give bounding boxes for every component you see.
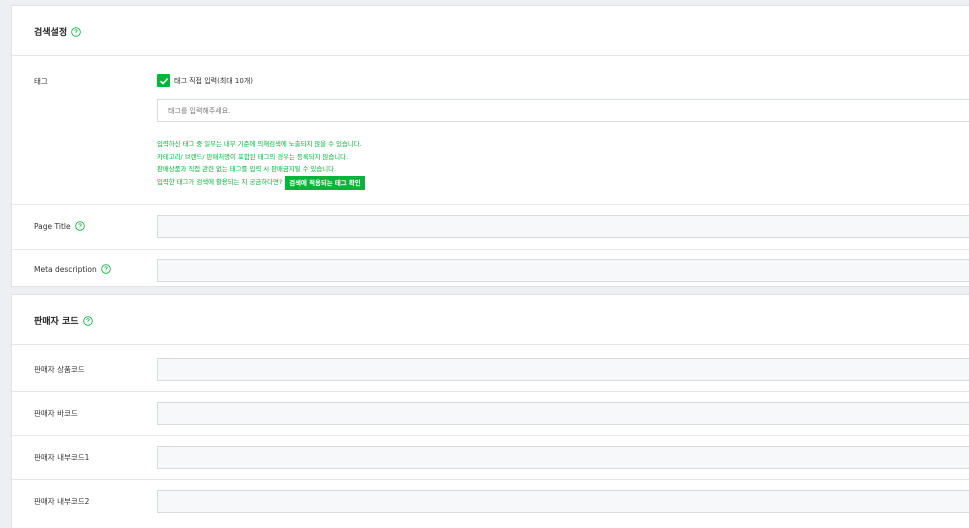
meta-description-field[interactable] <box>157 259 969 282</box>
search-settings-panel: 검색설정 태그 태그 직접 입력(최대 10개) 입력하신 태그 중 일부는 내… <box>11 5 969 287</box>
tag-input[interactable] <box>158 100 969 121</box>
seller-product-code-input[interactable] <box>158 359 969 380</box>
meta-description-label-text: Meta description <box>34 264 97 274</box>
seller-product-code-row: 판매자 상품코드 <box>12 345 969 392</box>
help-line-with-button: 입력한 태그가 검색에 활용되는 지 궁금하다면? 검색에 적용되는 태그 확인 <box>157 175 365 190</box>
checkbox-checked[interactable] <box>157 74 170 87</box>
page-title-field[interactable] <box>157 215 969 238</box>
seller-internal-code1-input[interactable] <box>158 447 969 468</box>
seller-internal-code1-label: 판매자 내부코드1 <box>34 453 90 462</box>
search-settings-title: 검색설정 <box>34 28 68 38</box>
help-circle-icon[interactable] <box>71 26 81 37</box>
seller-internal-code2-label: 판매자 내부코드2 <box>34 497 90 506</box>
page-title-row: Page Title <box>12 205 969 250</box>
check-search-tags-button[interactable]: 검색에 적용되는 태그 확인 <box>285 175 365 190</box>
seller-code-header: 판매자 코드 <box>12 295 969 345</box>
seller-internal-code2-row: 판매자 내부코드2 <box>12 480 969 528</box>
page-title-label: Page Title <box>34 221 85 231</box>
help-line: 입력한 태그가 검색에 활용되는 지 궁금하다면? <box>157 178 283 187</box>
seller-barcode-row: 판매자 바코드 <box>12 392 969 436</box>
section-title: 검색설정 <box>34 25 81 38</box>
seller-barcode-input[interactable] <box>158 403 969 424</box>
seller-internal-code1-field[interactable] <box>157 446 969 469</box>
page-title-label-text: Page Title <box>34 221 71 231</box>
seller-barcode-label: 판매자 바코드 <box>34 409 78 418</box>
help-circle-icon[interactable] <box>74 221 85 231</box>
help-line: 카테고리/ 브랜드/ 판매처명이 포함된 태그의 경우는 등록되지 않습니다. <box>157 152 349 161</box>
tag-label: 태그 <box>34 77 48 86</box>
meta-description-row: Meta description <box>12 250 969 288</box>
page-title-input[interactable] <box>158 216 969 237</box>
seller-code-title: 판매자 코드 <box>34 317 79 327</box>
tag-direct-input-checkbox[interactable]: 태그 직접 입력(최대 10개) <box>157 74 253 87</box>
help-line: 입력하신 태그 중 일부는 내부 기준에 의해검색에 노출되지 않을 수 있습니… <box>157 140 362 148</box>
seller-barcode-field[interactable] <box>157 402 969 425</box>
seller-internal-code2-input[interactable] <box>158 491 969 512</box>
check-icon <box>159 77 168 85</box>
meta-description-input[interactable] <box>158 260 969 281</box>
tag-help-text: 입력하신 태그 중 일부는 내부 기준에 의해검색에 노출되지 않을 수 있습니… <box>157 138 365 190</box>
tag-input-field[interactable] <box>157 99 969 122</box>
help-line: 판매상품과 직접 관련 없는 태그를 입력 시 판매금지될 수 있습니다. <box>157 165 337 173</box>
checkbox-label: 태그 직접 입력(최대 10개) <box>174 76 254 85</box>
seller-product-code-field[interactable] <box>157 358 969 381</box>
section-title: 판매자 코드 <box>34 314 93 327</box>
help-circle-icon[interactable] <box>100 264 111 274</box>
seller-internal-code2-field[interactable] <box>157 490 969 513</box>
seller-code-panel: 판매자 코드 판매자 상품코드 판매자 바코드 판매자 내부코드1 판매자 내부… <box>11 294 969 528</box>
seller-internal-code1-row: 판매자 내부코드1 <box>12 436 969 480</box>
meta-description-label: Meta description <box>34 264 111 274</box>
search-settings-header: 검색설정 <box>12 6 969 56</box>
help-circle-icon[interactable] <box>82 315 93 326</box>
seller-product-code-label: 판매자 상품코드 <box>34 365 85 374</box>
tag-row: 태그 <box>12 56 969 205</box>
